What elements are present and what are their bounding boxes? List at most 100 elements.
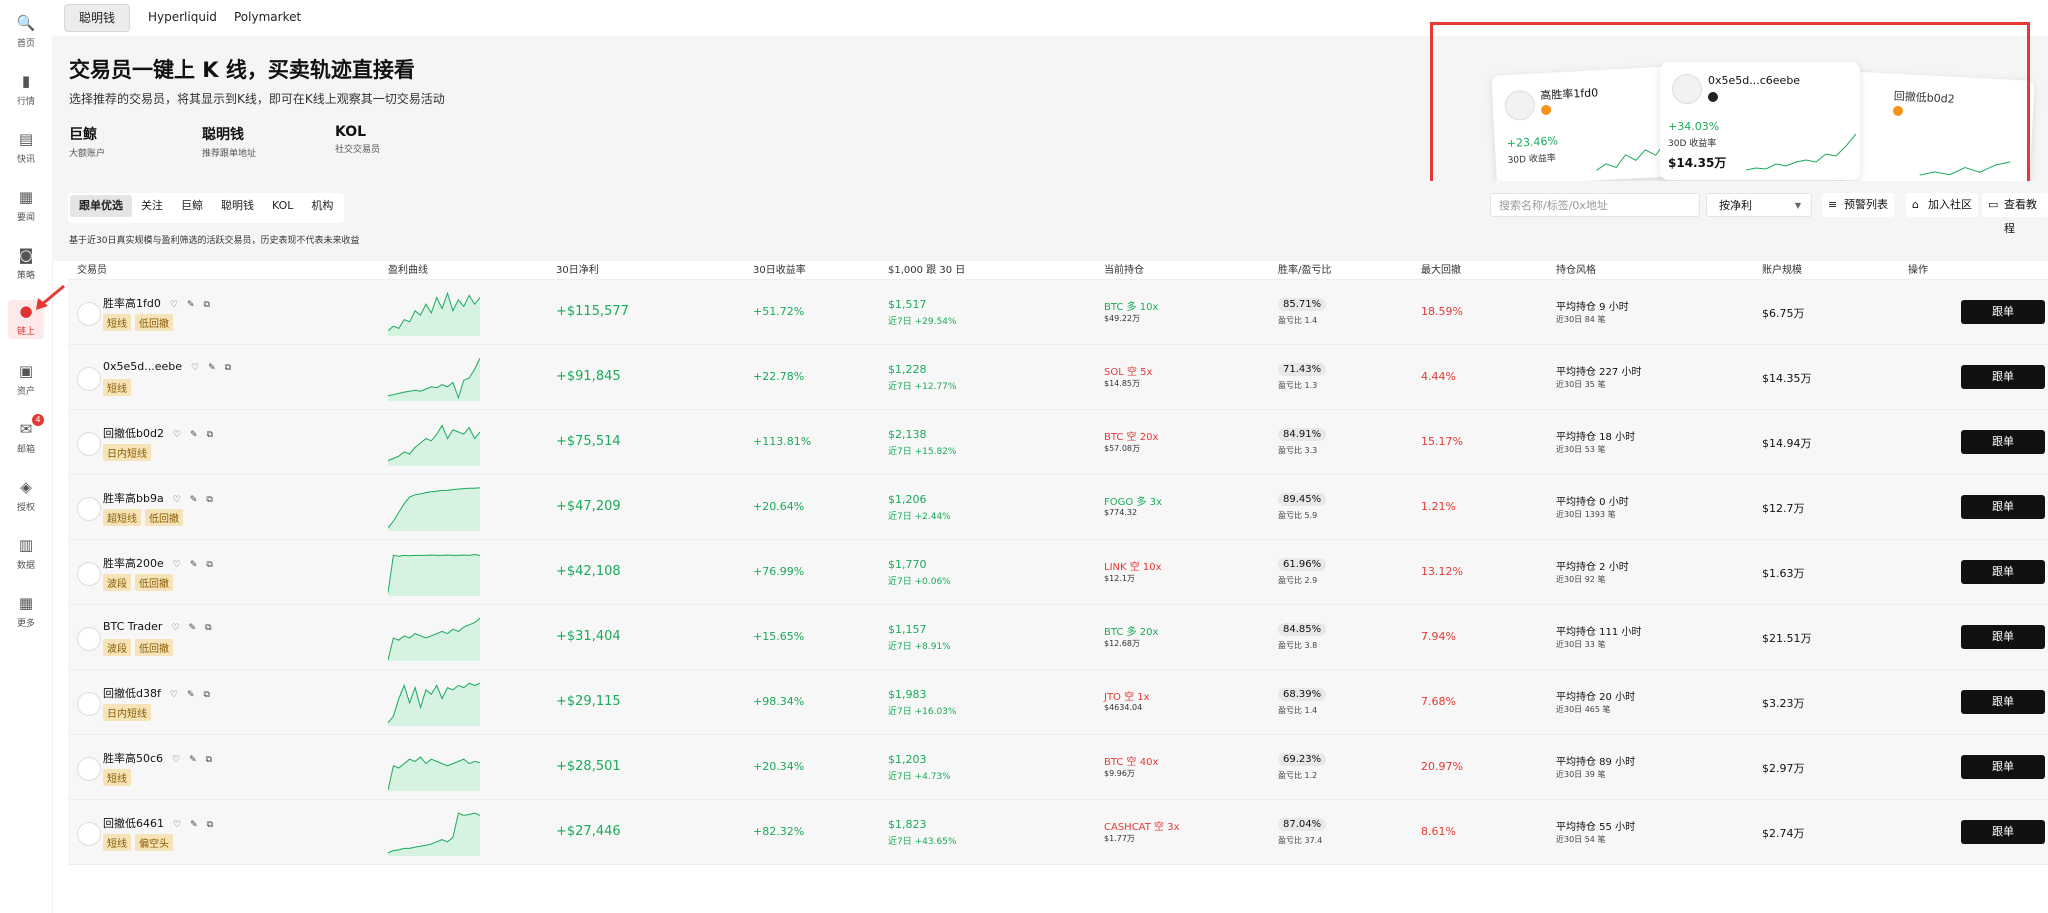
- sidebar-item[interactable]: 🔍 首页: [0, 12, 52, 49]
- heart-icon[interactable]: ♡: [171, 623, 179, 633]
- avatar: [77, 367, 101, 391]
- trade-count: 近30日 33 笔: [1556, 640, 1606, 649]
- tab-institution[interactable]: 机构: [302, 195, 342, 217]
- header-pnl[interactable]: 30日净利: [556, 261, 599, 276]
- edit-icon[interactable]: ✎: [208, 363, 216, 373]
- position-value: $4634.04: [1104, 703, 1143, 712]
- tab-smart-money[interactable]: 聪明钱: [212, 195, 263, 217]
- table-row[interactable]: 胜率高1fd0 ♡ ✎ ⧉ 短线 低回撤 +$115,577 +51.72% $1,517 近7日…: [68, 280, 2048, 345]
- follow-button[interactable]: 跟单: [1961, 430, 2045, 454]
- sidebar-item[interactable]: ▤ 快讯: [0, 128, 52, 165]
- header-drawdown[interactable]: 最大回撤: [1421, 261, 1461, 276]
- heart-icon[interactable]: ♡: [173, 495, 181, 505]
- edit-icon[interactable]: ✎: [190, 495, 198, 505]
- tab-following[interactable]: 关注: [132, 195, 172, 217]
- sparkline-area: [388, 487, 480, 531]
- table-row[interactable]: BTC Trader ♡ ✎ ⧉ 波段 低回撤 +$31,404 +15.65% $1,157 近…: [68, 605, 2048, 670]
- search-input[interactable]: 搜索名称/标签/0x地址: [1490, 193, 1700, 217]
- sidebar-item[interactable]: ▦ 更多: [0, 592, 52, 629]
- tab-recommended[interactable]: 跟单优选: [70, 195, 132, 217]
- heart-icon[interactable]: ♡: [173, 430, 181, 440]
- edit-icon[interactable]: ✎: [190, 430, 198, 440]
- copy-icon[interactable]: ⧉: [225, 363, 231, 373]
- sidebar-item[interactable]: ▣ 资产: [0, 360, 52, 397]
- style-tag: 波段: [103, 639, 131, 656]
- profit-loss-ratio: 盈亏比 3.8: [1278, 641, 1318, 650]
- edit-icon[interactable]: ✎: [190, 820, 198, 830]
- trader-name[interactable]: 胜率高1fd0 ♡ ✎ ⧉: [103, 295, 210, 311]
- copy-icon[interactable]: ⧉: [206, 560, 212, 570]
- sidebar-item[interactable]: ▮ 行情: [0, 70, 52, 107]
- win-rate: 84.85%: [1278, 623, 1327, 636]
- trader-name[interactable]: 回撤低6461 ♡ ✎ ⧉: [103, 815, 213, 831]
- table-row[interactable]: 回撤低6461 ♡ ✎ ⧉ 短线 偏空头 +$27,446 +82.32% $1,823 近7日 …: [68, 800, 2048, 865]
- tab-smart-money[interactable]: 聪明钱: [64, 4, 131, 32]
- join-community-button[interactable]: ⌂ 加入社区: [1906, 193, 1978, 217]
- trader-name[interactable]: 回撤低b0d2 ♡ ✎ ⧉: [103, 425, 213, 441]
- table-row[interactable]: 0x5e5d...eebe ♡ ✎ ⧉ 短线 +$91,845 +22.78% $1,228 近…: [68, 345, 2048, 410]
- heart-icon[interactable]: ♡: [170, 300, 178, 310]
- edit-icon[interactable]: ✎: [190, 560, 198, 570]
- follow-button[interactable]: 跟单: [1961, 495, 2045, 519]
- avatar: [77, 302, 101, 326]
- follow-button[interactable]: 跟单: [1961, 625, 2045, 649]
- copy-icon[interactable]: ⧉: [206, 495, 212, 505]
- tab-whale[interactable]: 巨鲸: [172, 195, 212, 217]
- trader-name[interactable]: 胜率高50c6 ♡ ✎ ⧉: [103, 750, 212, 766]
- edit-icon[interactable]: ✎: [187, 300, 195, 310]
- table-row[interactable]: 回撤低b0d2 ♡ ✎ ⧉ 日内短线 +$75,514 +113.81% $2,138 近7日 …: [68, 410, 2048, 475]
- heart-icon[interactable]: ♡: [170, 690, 178, 700]
- sort-select[interactable]: 按净利 ▼: [1706, 193, 1812, 217]
- header-winrate[interactable]: 胜率/盈亏比: [1278, 261, 1331, 276]
- hero-title: 交易员一键上 K 线，买卖轨迹直接看: [69, 58, 415, 82]
- max-drawdown: 20.97%: [1421, 760, 1463, 773]
- follow-button[interactable]: 跟单: [1961, 365, 2045, 389]
- copy-icon[interactable]: ⧉: [207, 820, 213, 830]
- tab-kol[interactable]: KOL: [263, 195, 302, 217]
- tab-polymarket[interactable]: Polymarket: [220, 4, 315, 30]
- edit-icon[interactable]: ✎: [189, 755, 197, 765]
- trader-name[interactable]: 胜率高bb9a ♡ ✎ ⧉: [103, 490, 213, 506]
- max-drawdown: 7.68%: [1421, 695, 1456, 708]
- header-return[interactable]: 30日收益率: [753, 261, 806, 276]
- heart-icon[interactable]: ♡: [191, 363, 199, 373]
- trader-name[interactable]: 胜率高200e ♡ ✎ ⧉: [103, 555, 213, 571]
- alert-list-button[interactable]: ≡ 预警列表: [1822, 193, 1894, 217]
- filter-note: 基于近30日真实规模与盈利筛选的活跃交易员，历史表现不代表未来收益: [69, 236, 360, 246]
- profit-sparkline: [388, 424, 480, 466]
- follow-button[interactable]: 跟单: [1961, 820, 2045, 844]
- sidebar-item[interactable]: ◙ 策略: [0, 244, 52, 281]
- header-sim[interactable]: $1,000 跟 30 日: [888, 261, 965, 276]
- follow-button[interactable]: 跟单: [1961, 690, 2045, 714]
- follow-button[interactable]: 跟单: [1961, 300, 2045, 324]
- table-row[interactable]: 胜率高50c6 ♡ ✎ ⧉ 短线 +$28,501 +20.34% $1,203 近7日 +4.…: [68, 735, 2048, 800]
- tab-hyperliquid[interactable]: Hyperliquid: [134, 4, 231, 30]
- copy-icon[interactable]: ⧉: [203, 690, 209, 700]
- trader-name[interactable]: 0x5e5d...eebe ♡ ✎ ⧉: [103, 360, 231, 373]
- sidebar-item[interactable]: ▥ 数据: [0, 534, 52, 571]
- copy-icon[interactable]: ⧉: [207, 430, 213, 440]
- heart-icon[interactable]: ♡: [173, 560, 181, 570]
- copy-icon[interactable]: ⧉: [205, 623, 211, 633]
- copy-icon[interactable]: ⧉: [203, 300, 209, 310]
- copy-icon[interactable]: ⧉: [206, 755, 212, 765]
- table-row[interactable]: 胜率高bb9a ♡ ✎ ⧉ 超短线 低回撤 +$47,209 +20.64% $1,206 近7日…: [68, 475, 2048, 540]
- copy-sim-value: $1,206: [888, 493, 927, 506]
- copy-sim-7d: 近7日 +12.77%: [888, 382, 957, 392]
- trader-name[interactable]: BTC Trader ♡ ✎ ⧉: [103, 620, 212, 633]
- follow-button[interactable]: 跟单: [1961, 755, 2045, 779]
- sidebar-item[interactable]: ◈ 授权: [0, 476, 52, 513]
- sparkline-area: [388, 554, 480, 596]
- table-row[interactable]: 回撤低d38f ♡ ✎ ⧉ 日内短线 +$29,115 +98.34% $1,983 近7日 +…: [68, 670, 2048, 735]
- heart-icon[interactable]: ♡: [172, 755, 180, 765]
- heart-icon[interactable]: ♡: [173, 820, 181, 830]
- table-row[interactable]: 胜率高200e ♡ ✎ ⧉ 波段 低回撤 +$42,108 +76.99% $1,770 近7日 …: [68, 540, 2048, 605]
- sidebar-item[interactable]: ✉ 邮箱 4: [0, 414, 52, 455]
- sidebar-item[interactable]: ▦ 要闻: [0, 186, 52, 223]
- follow-button[interactable]: 跟单: [1961, 560, 2045, 584]
- trader-name[interactable]: 回撤低d38f ♡ ✎ ⧉: [103, 685, 210, 701]
- edit-icon[interactable]: ✎: [189, 623, 197, 633]
- view-tutorial-button[interactable]: ▭ 查看教程: [1982, 193, 2048, 235]
- header-account[interactable]: 账户规模: [1762, 261, 1802, 276]
- edit-icon[interactable]: ✎: [187, 690, 195, 700]
